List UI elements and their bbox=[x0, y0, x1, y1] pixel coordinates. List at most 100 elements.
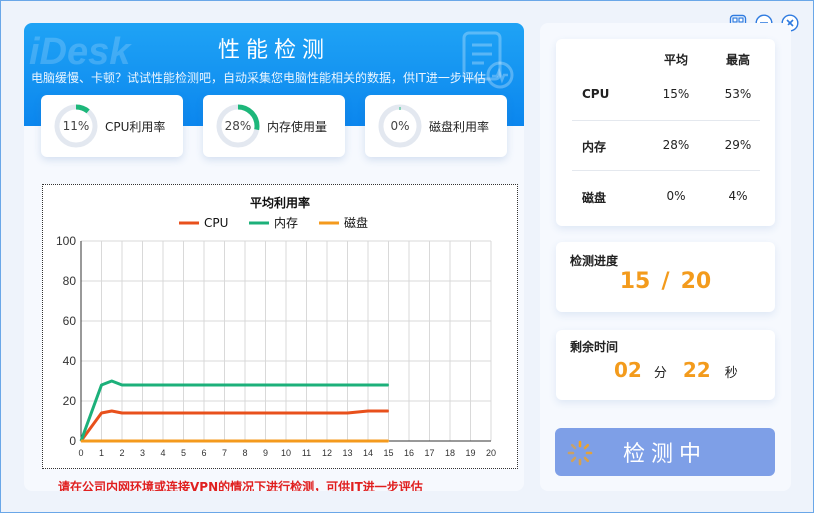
stats-row-name: CPU bbox=[582, 87, 610, 101]
remaining-time-card: 剩余时间 02 分 22 秒 bbox=[556, 330, 775, 400]
average-utilization-chart: 0 1 2 3 4 5 6 7 8 9 10 11 12 13 14 15 16 17 18 19 20 0 20 40 60 8… bbox=[42, 184, 518, 469]
chart-point bbox=[346, 440, 349, 442]
chart-legend-label: 内存 bbox=[274, 216, 298, 230]
stats-row-cpu: CPU 15% 53% bbox=[556, 87, 775, 107]
chart-series-line bbox=[79, 379, 389, 442]
chart-point bbox=[80, 440, 82, 442]
remaining-minutes: 02 bbox=[614, 358, 642, 382]
chart-point bbox=[326, 440, 328, 442]
chart-point bbox=[264, 440, 267, 442]
chart-x-tick-label: 10 bbox=[281, 448, 291, 458]
chart-x-tick-label: 8 bbox=[242, 448, 247, 458]
remaining-seconds: 22 bbox=[682, 358, 711, 382]
cpu-percent: 11% bbox=[62, 119, 90, 133]
chart-x-tick-label: 14 bbox=[363, 448, 373, 458]
disk-metric-card: 0% 磁盘利用率 bbox=[365, 95, 507, 157]
chart-point bbox=[346, 384, 349, 386]
col-max-header: 最高 bbox=[725, 53, 750, 67]
chart-x-tick-label: 6 bbox=[201, 448, 206, 458]
cpu-metric-card: 11% CPU利用率 bbox=[41, 95, 183, 157]
remaining-time-value: 02 分 22 秒 bbox=[614, 358, 738, 382]
chart-x-tick-label: 17 bbox=[424, 448, 434, 458]
stats-row-disk: 磁盘 0% 4% bbox=[556, 189, 775, 209]
progress-total: 20 bbox=[680, 269, 712, 294]
chart-point bbox=[121, 384, 123, 386]
stats-row-avg: 0% bbox=[666, 189, 686, 203]
stats-row-name: 磁盘 bbox=[582, 191, 607, 205]
chart-point bbox=[121, 412, 123, 414]
chart-point bbox=[141, 440, 144, 442]
progress-card: 检测进度 15 / 20 bbox=[556, 242, 775, 312]
divider bbox=[572, 120, 760, 121]
chart-point bbox=[326, 384, 328, 386]
chart-title: 平均利用率 bbox=[250, 195, 310, 210]
stats-row-name: 内存 bbox=[582, 140, 607, 154]
stats-row-max: 29% bbox=[724, 138, 752, 152]
chart-point bbox=[111, 440, 113, 442]
chart-point bbox=[305, 412, 308, 414]
network-warning: 请在公司内网环境或连接VPN的情况下进行检测，可供IT进一步评估 bbox=[58, 480, 423, 491]
chart-point bbox=[141, 412, 144, 414]
chart-x-tick-label: 9 bbox=[263, 448, 268, 458]
performance-check-window: iDesk 性能检测 电脑缓慢、卡顿？试试性能检测吧，自动采集您电脑性能相关的数… bbox=[0, 0, 814, 513]
chart-point bbox=[244, 440, 246, 442]
disk-label: 磁盘利用率 bbox=[429, 120, 490, 134]
chart-point bbox=[100, 440, 103, 442]
chart-point bbox=[367, 410, 369, 412]
chart-series-line bbox=[79, 409, 389, 442]
chart-point bbox=[244, 412, 246, 414]
chart-x-tick-label: 19 bbox=[465, 448, 475, 458]
cpu-label: CPU利用率 bbox=[105, 120, 166, 134]
chart-x-tick-label: 4 bbox=[160, 448, 165, 458]
seconds-unit: 秒 bbox=[724, 366, 738, 381]
chart-point bbox=[141, 384, 144, 386]
chart-x-tick-label: 3 bbox=[140, 448, 145, 458]
chart-point bbox=[305, 384, 308, 386]
progress-value: 15 / 20 bbox=[556, 269, 775, 294]
chart-point bbox=[182, 412, 185, 414]
disk-percent: 0% bbox=[390, 119, 410, 133]
chart-y-tick-label: 40 bbox=[63, 354, 77, 368]
chart-point bbox=[203, 384, 205, 386]
chart-point bbox=[264, 412, 267, 414]
memory-label: 内存使用量 bbox=[267, 120, 328, 134]
chart-canvas: 0 1 2 3 4 5 6 7 8 9 10 11 12 13 14 15 16 17 18 19 2002040608… bbox=[56, 195, 496, 458]
chart-point bbox=[367, 440, 369, 442]
stats-row-max: 53% bbox=[724, 87, 752, 101]
chart-point bbox=[387, 384, 390, 386]
progress-title: 检测进度 bbox=[570, 254, 619, 268]
chart-x-tick-label: 0 bbox=[78, 448, 83, 458]
chart-point bbox=[100, 412, 103, 414]
chart-point bbox=[162, 384, 164, 386]
chart-x-tick-label: 2 bbox=[119, 448, 124, 458]
minutes-unit: 分 bbox=[653, 366, 667, 381]
chart-point bbox=[223, 440, 226, 442]
chart-legend-label: CPU bbox=[204, 216, 228, 230]
chart-x-tick-label: 7 bbox=[222, 448, 227, 458]
chart-point bbox=[387, 410, 390, 412]
stats-header-row: 平均 最高 bbox=[556, 51, 775, 71]
chart-point bbox=[244, 384, 246, 386]
chart-y-tick-label: 100 bbox=[56, 234, 76, 248]
chart-y-tick-label: 80 bbox=[63, 274, 77, 288]
chart-y-tick-label: 0 bbox=[69, 434, 76, 448]
chart-point bbox=[387, 440, 390, 442]
memory-percent: 28% bbox=[224, 119, 252, 133]
chart-x-tick-label: 1 bbox=[99, 448, 104, 458]
chart-y-tick-label: 20 bbox=[63, 394, 77, 408]
col-avg-header: 平均 bbox=[663, 53, 688, 67]
chart-point bbox=[223, 384, 226, 386]
chart-point bbox=[285, 384, 287, 386]
stats-row-max: 4% bbox=[728, 189, 748, 203]
chart-point bbox=[326, 412, 328, 414]
chart-point bbox=[100, 384, 103, 386]
detection-panel: iDesk 性能检测 电脑缓慢、卡顿？试试性能检测吧，自动采集您电脑性能相关的数… bbox=[24, 23, 524, 491]
chart-point bbox=[285, 440, 287, 442]
stats-row-memory: 内存 28% 29% bbox=[556, 138, 775, 158]
divider bbox=[572, 170, 760, 171]
summary-panel: 平均 最高 CPU 15% 53% 内存 28% 29% 磁盘 0% 4% 检测 bbox=[540, 23, 791, 491]
detecting-button[interactable]: 检测中 bbox=[555, 428, 775, 476]
progress-separator: / bbox=[661, 269, 670, 294]
chart-point bbox=[203, 412, 205, 414]
detecting-button-label: 检测中 bbox=[622, 442, 707, 467]
